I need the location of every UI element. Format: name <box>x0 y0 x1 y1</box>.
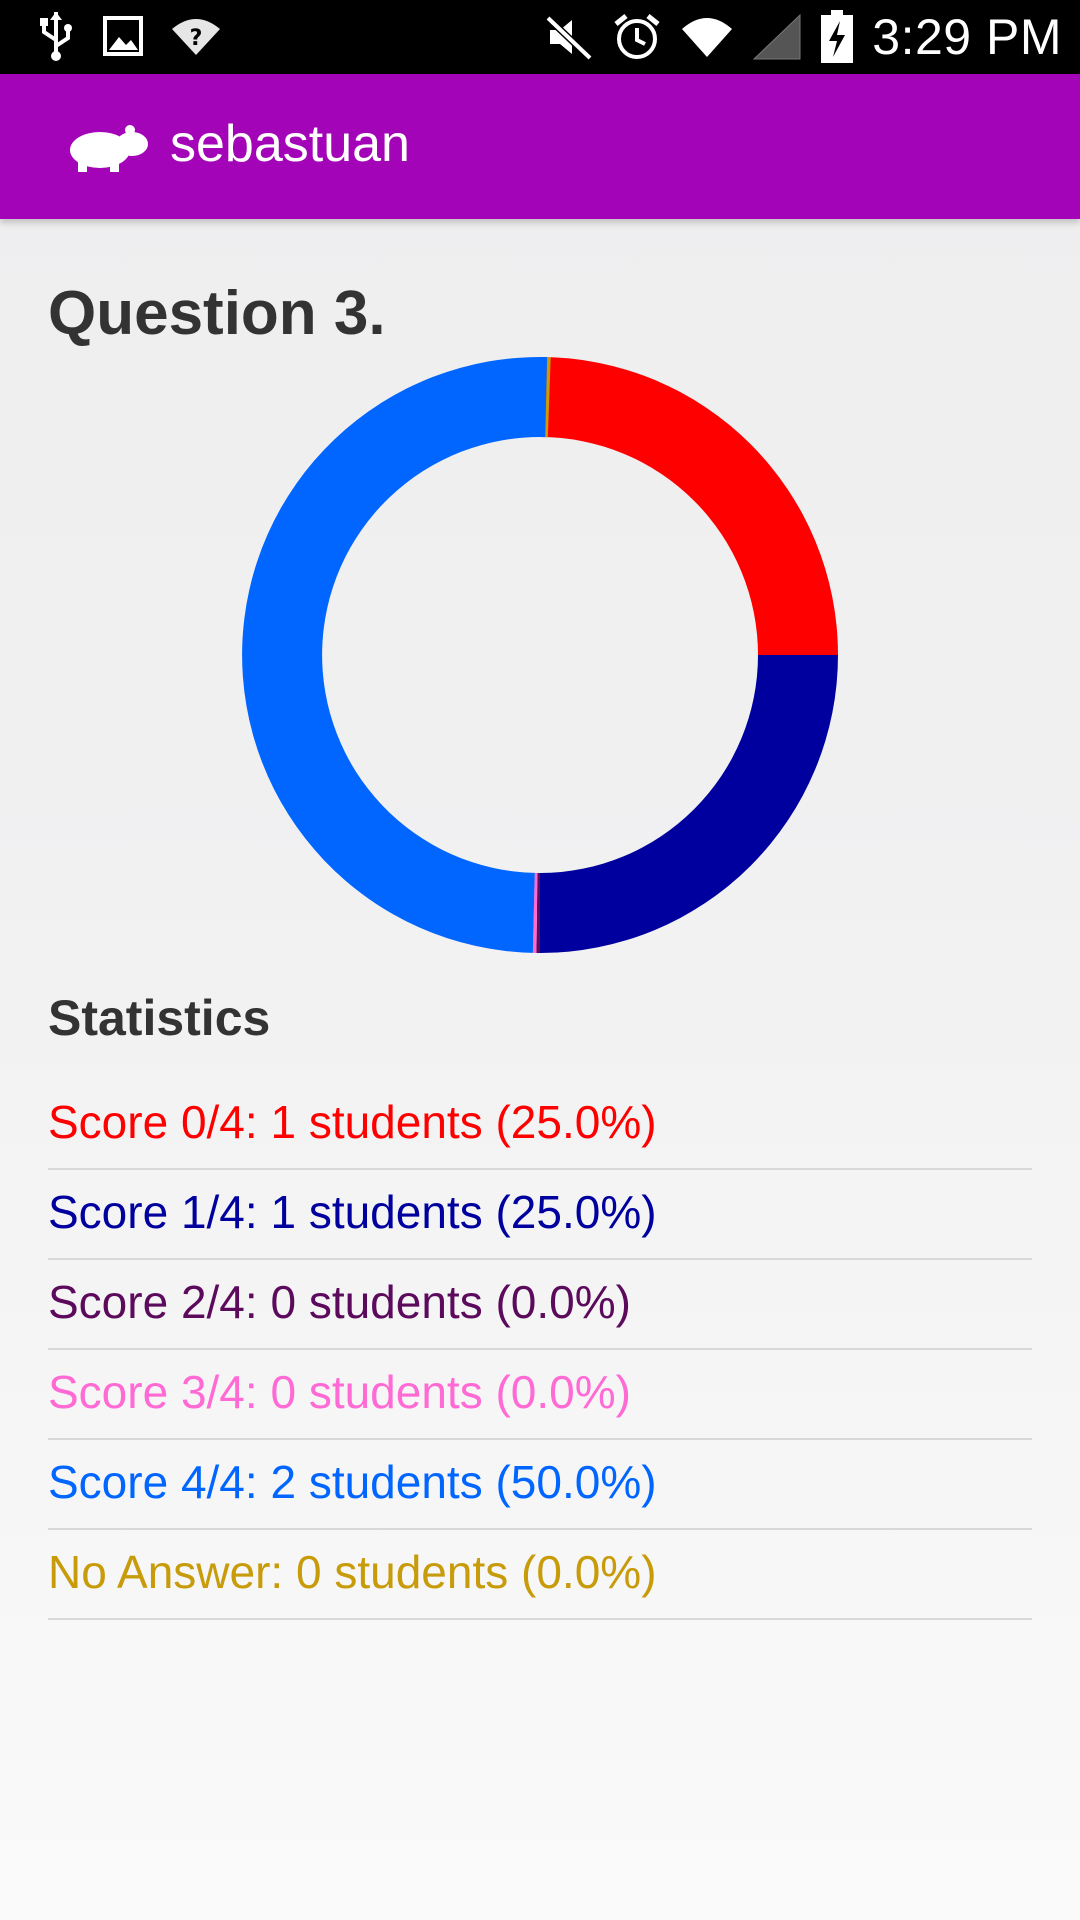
stat-score-0: Score 0/4: 1 students (25.0%) <box>48 1080 1032 1170</box>
app-title: sebastuan <box>170 115 410 173</box>
statistics-list: Score 0/4: 1 students (25.0%) Score 1/4:… <box>48 1080 1032 1620</box>
donut-slice-4 <box>242 357 548 953</box>
battery-charging-icon <box>820 10 854 64</box>
hippo-icon[interactable] <box>64 120 152 179</box>
stat-score-4: Score 4/4: 2 students (50.0%) <box>48 1440 1032 1530</box>
stat-no-answer: No Answer: 0 students (0.0%) <box>48 1530 1032 1620</box>
usb-icon <box>36 10 76 62</box>
signal-icon <box>752 13 802 61</box>
score-donut-chart <box>0 350 1080 960</box>
mute-icon <box>544 14 594 60</box>
question-title: Question 3. <box>48 279 386 348</box>
image-icon <box>102 15 144 57</box>
svg-text:?: ? <box>190 26 203 51</box>
alarm-icon <box>612 12 662 62</box>
wifi-icon <box>680 15 734 59</box>
stat-score-2: Score 2/4: 0 students (0.0%) <box>48 1260 1032 1350</box>
wifi-question-icon: ? <box>170 15 222 57</box>
donut-slice-0 <box>540 357 838 655</box>
status-bar: ? 3:29 PM <box>0 0 1080 74</box>
app-bar: sebastuan <box>0 74 1080 219</box>
donut-svg <box>242 357 838 953</box>
donut-slice-1 <box>540 655 838 953</box>
statistics-heading: Statistics <box>48 990 271 1046</box>
stat-score-1: Score 1/4: 1 students (25.0%) <box>48 1170 1032 1260</box>
status-time: 3:29 PM <box>872 9 1062 65</box>
stat-score-3: Score 3/4: 0 students (0.0%) <box>48 1350 1032 1440</box>
